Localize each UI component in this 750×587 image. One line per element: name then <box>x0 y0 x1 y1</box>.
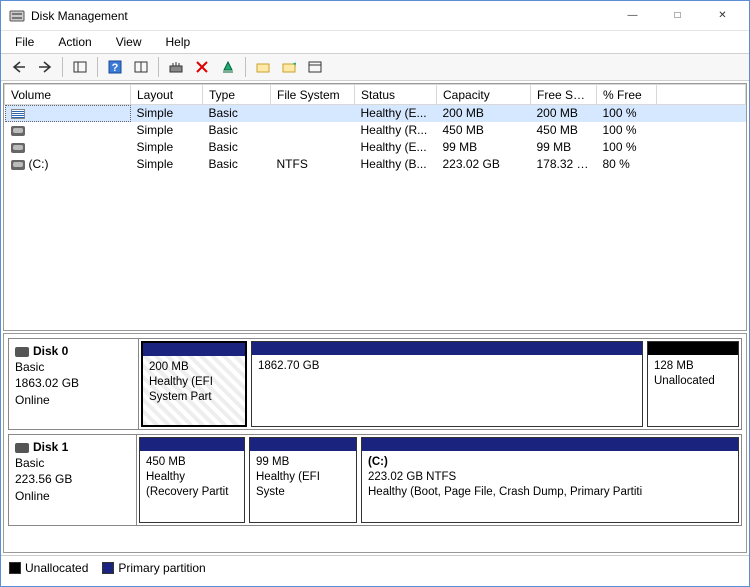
volume-icon <box>11 109 25 119</box>
primary-swatch <box>102 562 114 574</box>
partition-info: 99 MBHealthy (EFI Syste <box>250 451 356 522</box>
primary-cap <box>143 343 245 356</box>
volume-row[interactable]: (C:)SimpleBasicNTFSHealthy (B...223.02 G… <box>5 156 746 173</box>
disk-name: Disk 1 <box>33 440 68 454</box>
legend-unallocated: Unallocated <box>9 561 88 575</box>
partition-info: 1862.70 GB <box>252 355 642 426</box>
disk-row[interactable]: Disk 0 Basic 1863.02 GB Online200 MBHeal… <box>8 338 742 430</box>
volume-icon <box>11 143 25 153</box>
show-hide-console-tree-button[interactable] <box>68 56 92 78</box>
app-icon <box>9 8 25 24</box>
primary-cap <box>250 438 356 451</box>
disk-graphical-pane[interactable]: Disk 0 Basic 1863.02 GB Online200 MBHeal… <box>3 333 747 553</box>
action-button-1[interactable] <box>251 56 275 78</box>
menu-view[interactable]: View <box>106 33 152 51</box>
column-header[interactable]: Status <box>355 85 437 105</box>
partition[interactable]: 128 MBUnallocated <box>647 341 739 427</box>
partitions: 200 MBHealthy (EFI System Part1862.70 GB… <box>139 339 741 429</box>
volume-row[interactable]: SimpleBasicHealthy (E...99 MB99 MB100 % <box>5 139 746 156</box>
column-header[interactable] <box>657 85 746 105</box>
column-header[interactable]: % Free <box>597 85 657 105</box>
column-header[interactable]: Capacity <box>437 85 531 105</box>
primary-cap <box>252 342 642 355</box>
help-button[interactable]: ? <box>103 56 127 78</box>
disk-row[interactable]: Disk 1 Basic 223.56 GB Online450 MBHealt… <box>8 434 742 526</box>
toolbar-separator <box>62 57 63 77</box>
partition[interactable]: 450 MBHealthy (Recovery Partit <box>139 437 245 523</box>
partition[interactable]: 1862.70 GB <box>251 341 643 427</box>
disk-name: Disk 0 <box>33 344 68 358</box>
action-button-2[interactable]: ✚ <box>277 56 301 78</box>
partition-info: 200 MBHealthy (EFI System Part <box>143 356 245 425</box>
toolbar-separator <box>97 57 98 77</box>
delete-button[interactable] <box>190 56 214 78</box>
disk-status: Online <box>15 392 132 408</box>
properties-button[interactable] <box>216 56 240 78</box>
disk-icon <box>15 347 29 357</box>
refresh-button[interactable] <box>164 56 188 78</box>
volume-icon <box>11 126 25 136</box>
disk-status: Online <box>15 488 130 504</box>
partition-info: (C:)223.02 GB NTFSHealthy (Boot, Page Fi… <box>362 451 738 522</box>
svg-text:✚: ✚ <box>293 61 296 69</box>
toolbar-separator <box>158 57 159 77</box>
volume-row[interactable]: SimpleBasicHealthy (R...450 MB450 MB100 … <box>5 122 746 139</box>
menu-file[interactable]: File <box>5 33 44 51</box>
disk-header[interactable]: Disk 1 Basic 223.56 GB Online <box>9 435 137 525</box>
column-header[interactable]: File System <box>271 85 355 105</box>
back-button[interactable] <box>7 56 31 78</box>
legend: Unallocated Primary partition <box>1 555 749 579</box>
column-header[interactable]: Type <box>203 85 271 105</box>
volume-row[interactable]: SimpleBasicHealthy (E...200 MB200 MB100 … <box>5 105 746 122</box>
maximize-button[interactable]: □ <box>655 2 700 30</box>
volume-table-header[interactable]: VolumeLayoutTypeFile SystemStatusCapacit… <box>5 85 746 105</box>
unallocated-cap <box>648 342 738 355</box>
volume-icon <box>11 160 25 170</box>
svg-text:?: ? <box>112 62 119 74</box>
column-header[interactable]: Layout <box>131 85 203 105</box>
disk-size: 223.56 GB <box>15 471 130 487</box>
action-button-3[interactable] <box>303 56 327 78</box>
column-header[interactable]: Volume <box>5 85 131 105</box>
primary-cap <box>140 438 244 451</box>
primary-cap <box>362 438 738 451</box>
disk-type: Basic <box>15 359 132 375</box>
disk-type: Basic <box>15 455 130 471</box>
partitions: 450 MBHealthy (Recovery Partit99 MBHealt… <box>137 435 741 525</box>
disk-icon <box>15 443 29 453</box>
menu-help[interactable]: Help <box>156 33 201 51</box>
toolbar-separator <box>245 57 246 77</box>
volume-list-pane[interactable]: VolumeLayoutTypeFile SystemStatusCapacit… <box>3 83 747 331</box>
partition[interactable]: (C:)223.02 GB NTFSHealthy (Boot, Page Fi… <box>361 437 739 523</box>
minimize-button[interactable]: — <box>610 2 655 30</box>
settings-button[interactable] <box>129 56 153 78</box>
partition[interactable]: 200 MBHealthy (EFI System Part <box>141 341 247 427</box>
column-header[interactable]: Free Spa... <box>531 85 597 105</box>
window-title: Disk Management <box>31 9 610 23</box>
partition[interactable]: 99 MBHealthy (EFI Syste <box>249 437 357 523</box>
toolbar: ? ✚ <box>1 53 749 81</box>
titlebar: Disk Management — □ ✕ <box>1 1 749 31</box>
partition-info: 128 MBUnallocated <box>648 355 738 426</box>
menubar: File Action View Help <box>1 31 749 53</box>
legend-primary: Primary partition <box>102 561 205 575</box>
forward-button[interactable] <box>33 56 57 78</box>
unallocated-swatch <box>9 562 21 574</box>
menu-action[interactable]: Action <box>48 33 101 51</box>
close-button[interactable]: ✕ <box>700 2 745 30</box>
partition-info: 450 MBHealthy (Recovery Partit <box>140 451 244 522</box>
disk-size: 1863.02 GB <box>15 375 132 391</box>
volume-table[interactable]: VolumeLayoutTypeFile SystemStatusCapacit… <box>4 84 746 173</box>
disk-header[interactable]: Disk 0 Basic 1863.02 GB Online <box>9 339 139 429</box>
